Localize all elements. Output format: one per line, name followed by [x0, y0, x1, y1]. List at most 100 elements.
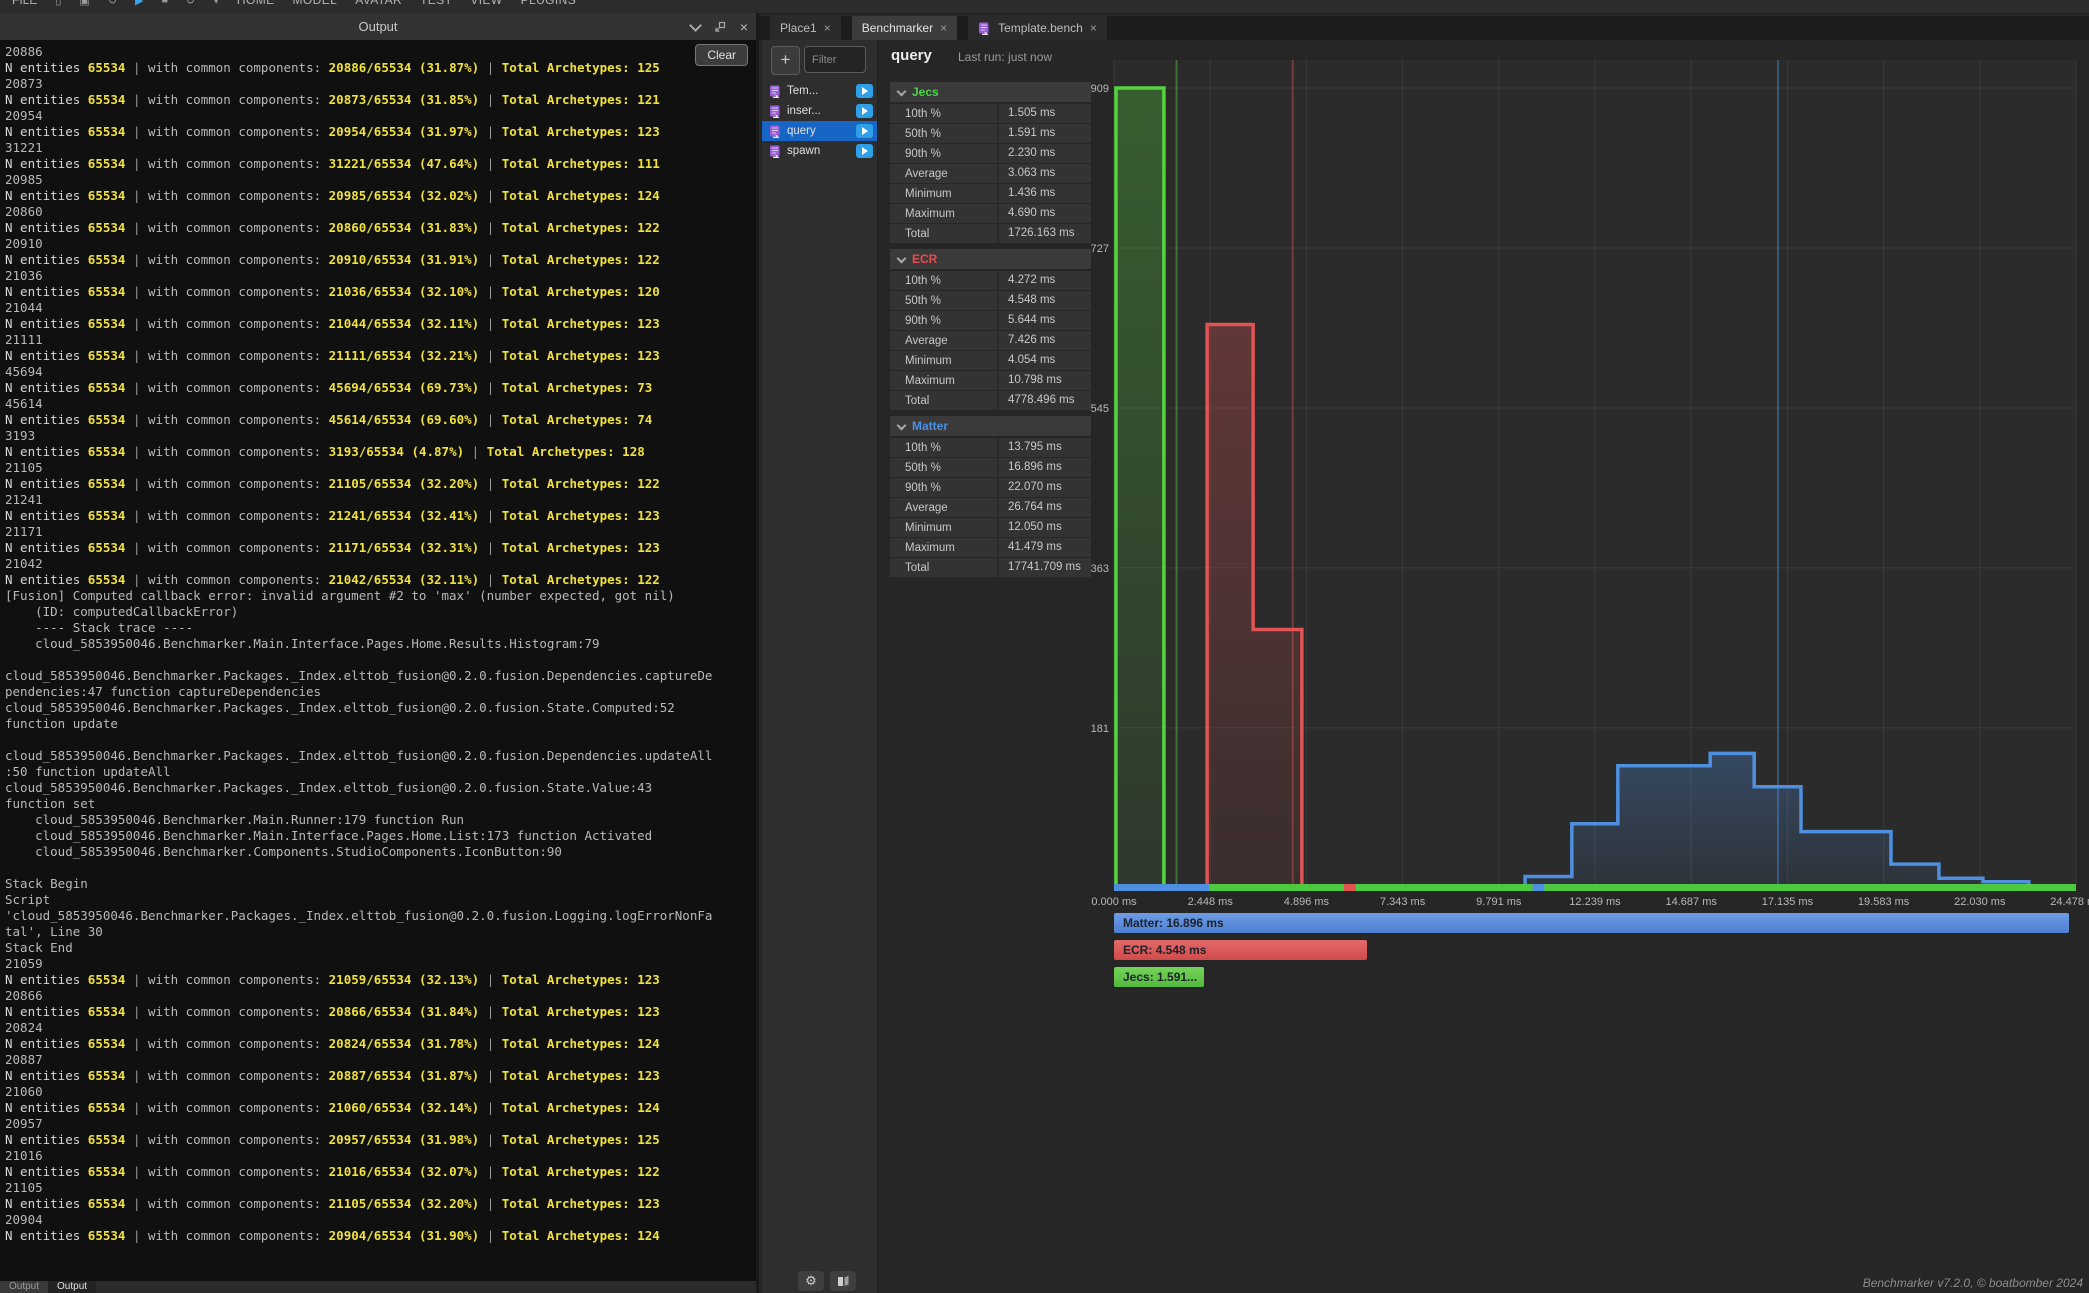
rug-segment	[1344, 884, 1356, 891]
rug-strip	[1114, 884, 2076, 891]
console-line: N entities 65534 | with common component…	[5, 476, 756, 492]
output-bottom-tab[interactable]: Output	[0, 1281, 48, 1293]
x-axis-tick-label: 7.343 ms	[1380, 896, 1426, 908]
stat-value: 12.050 ms	[997, 518, 1091, 537]
play-icon	[862, 107, 868, 115]
output-bottom-tab[interactable]: Output	[48, 1281, 96, 1293]
dock-icon[interactable]	[714, 21, 726, 33]
benchmark-item-spawn[interactable]: spawn	[762, 141, 877, 161]
console-line: 31221	[5, 140, 756, 156]
console-line: Stack End	[5, 940, 756, 956]
menu-plugins[interactable]: PLUGINS	[521, 0, 576, 7]
undo-icon[interactable]: ↺	[186, 0, 195, 7]
section-name: ECR	[912, 252, 937, 266]
save-icon[interactable]: ▣	[79, 0, 89, 7]
play-icon	[862, 147, 868, 155]
output-titlebar[interactable]: Output ×	[0, 13, 756, 40]
console-line: 21060	[5, 1084, 756, 1100]
x-axis-tick-label: 17.135 ms	[1762, 896, 1814, 908]
legend-bar-ecr[interactable]: ECR: 4.548 ms	[1114, 940, 1367, 960]
stop-icon[interactable]: ■	[162, 0, 169, 6]
legend-label: ECR: 4.548 ms	[1114, 943, 1206, 957]
console-line: cloud_5853950046.Benchmarker.Main.Interf…	[5, 636, 756, 652]
play-icon[interactable]: ▶	[135, 0, 143, 7]
legend-bar-jecs[interactable]: Jecs: 1.591...	[1114, 967, 1204, 987]
x-axis-tick-label: 19.583 ms	[1858, 896, 1910, 908]
menu-home[interactable]: HOME	[237, 0, 275, 7]
x-axis-tick-label: 4.896 ms	[1284, 896, 1330, 908]
stat-row: Total1726.163 ms	[890, 224, 1091, 243]
script-icon	[769, 125, 782, 138]
clear-button[interactable]: Clear	[695, 44, 748, 66]
y-axis-tick-label: 909	[1091, 83, 1109, 95]
menu-view[interactable]: VIEW	[470, 0, 502, 7]
stat-value: 22.070 ms	[997, 478, 1091, 497]
benchmark-item-label: query	[787, 125, 856, 137]
script-icon	[769, 145, 782, 158]
run-benchmark-button[interactable]	[856, 104, 873, 118]
chevron-down-icon	[897, 253, 907, 263]
docs-button[interactable]	[830, 1271, 856, 1291]
chevron-down-icon[interactable]	[689, 19, 702, 32]
stats-section-header-ecr[interactable]: ECR	[890, 249, 1091, 269]
x-axis-tick-label: 12.239 ms	[1569, 896, 1621, 908]
stat-label: Total	[890, 228, 997, 240]
tab-label: Benchmarker	[862, 21, 933, 35]
console-line: cloud_5853950046.Benchmarker.Packages._I…	[5, 668, 756, 684]
tab-benchmarker[interactable]: Benchmarker ×	[852, 16, 957, 40]
rug-segment	[1533, 884, 1545, 891]
console-line: Script	[5, 892, 756, 908]
console-line: 20957	[5, 1116, 756, 1132]
stat-label: 50th %	[890, 462, 997, 474]
console-line: N entities 65534 | with common component…	[5, 1068, 756, 1084]
tab-close-icon[interactable]: ×	[1090, 21, 1097, 35]
tab-template-bench[interactable]: Template.bench×	[968, 16, 1107, 40]
output-bottom-tabs: Output Output	[0, 1281, 756, 1293]
benchmark-item-inser[interactable]: inser...	[762, 101, 877, 121]
file-menu[interactable]: FILE	[12, 0, 37, 7]
histogram-chart[interactable]: 0.000 ms2.448 ms4.896 ms7.343 ms9.791 ms…	[1088, 56, 2089, 918]
chevron-down-icon[interactable]: ▾	[213, 0, 219, 7]
run-benchmark-button[interactable]	[856, 144, 873, 158]
add-benchmark-button[interactable]: +	[771, 46, 800, 75]
benchmark-item-query[interactable]: query	[762, 121, 877, 141]
stat-row: 50th %16.896 ms	[890, 458, 1091, 477]
redo-icon[interactable]: ↻	[108, 0, 117, 7]
filter-input[interactable]	[804, 46, 866, 73]
output-console[interactable]: 20886N entities 65534 | with common comp…	[0, 40, 756, 1281]
stat-label: 10th %	[890, 442, 997, 454]
menu-test[interactable]: TEST	[420, 0, 452, 7]
console-line: 21059	[5, 956, 756, 972]
console-line: pendencies:47 function captureDependenci…	[5, 684, 756, 700]
tab-place1[interactable]: Place1×	[770, 16, 841, 40]
stat-row: 90th %2.230 ms	[890, 144, 1091, 163]
y-axis-tick-label: 363	[1091, 563, 1109, 575]
stat-row: Total17741.709 ms	[890, 558, 1091, 577]
benchmark-item-Tem[interactable]: Tem...	[762, 81, 877, 101]
results-panel: query Last run: just now Jecs10th %1.505…	[878, 40, 2089, 1293]
close-icon[interactable]: ×	[740, 20, 748, 34]
stat-row: Minimum12.050 ms	[890, 518, 1091, 537]
stat-row: 50th %1.591 ms	[890, 124, 1091, 143]
run-benchmark-button[interactable]	[856, 84, 873, 98]
stats-table: Jecs10th %1.505 ms50th %1.591 ms90th %2.…	[890, 82, 1091, 583]
console-line: N entities 65534 | with common component…	[5, 1004, 756, 1020]
tab-close-icon[interactable]: ×	[940, 21, 947, 35]
menu-avatar[interactable]: AVATAR	[355, 0, 402, 7]
console-line: N entities 65534 | with common component…	[5, 444, 756, 460]
legend-bar-matter[interactable]: Matter: 16.896 ms	[1114, 913, 2069, 933]
clipboard-icon[interactable]: ▯	[55, 0, 61, 7]
stats-section-header-jecs[interactable]: Jecs	[890, 82, 1091, 102]
menu-model[interactable]: MODEL	[293, 0, 338, 7]
console-line: 20985	[5, 172, 756, 188]
console-line: function update	[5, 716, 756, 732]
stats-section-header-matter[interactable]: Matter	[890, 416, 1091, 436]
run-benchmark-button[interactable]	[856, 124, 873, 138]
console-line: 20873	[5, 76, 756, 92]
stat-row: Maximum10.798 ms	[890, 371, 1091, 390]
tab-close-icon[interactable]: ×	[824, 21, 831, 35]
roblox-studio-window: FILE ▯ ▣ ↻ ▶ ■ ↺ ▾ HOME MODEL AVATAR TES…	[0, 0, 2089, 1293]
settings-button[interactable]: ⚙	[798, 1271, 824, 1291]
stat-value: 1726.163 ms	[997, 224, 1091, 243]
chevron-down-icon	[897, 420, 907, 430]
